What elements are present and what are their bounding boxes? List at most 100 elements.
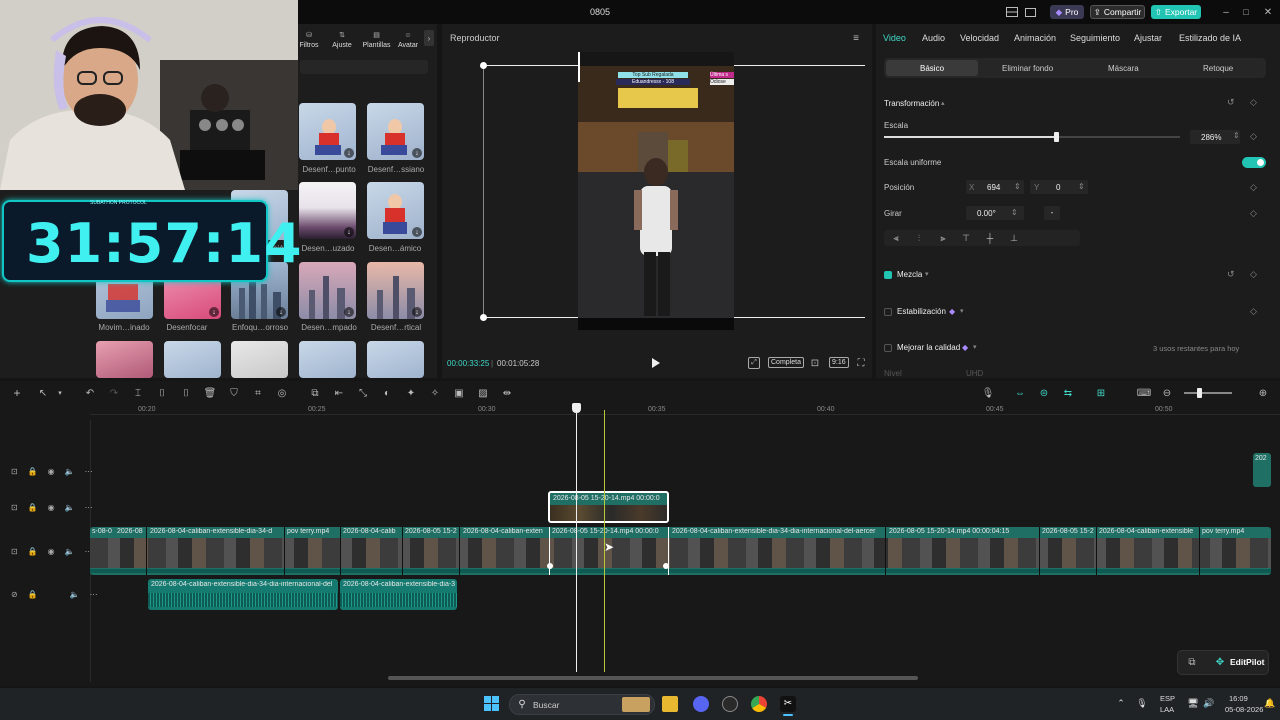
fullscreen-icon[interactable]: ⛶	[855, 357, 867, 369]
nav-adjust[interactable]: ⇅ Ajuste	[327, 28, 357, 49]
mirror-icon[interactable]: ⤡	[356, 386, 370, 400]
speaker-icon[interactable]: 🔈	[65, 547, 75, 556]
lock-icon[interactable]: 🔒	[28, 503, 38, 512]
effect-thumb[interactable]	[299, 341, 356, 378]
effect-thumb[interactable]	[231, 341, 288, 378]
chrome-icon[interactable]	[751, 696, 767, 712]
layout-icon[interactable]	[1005, 6, 1019, 18]
nav-more-icon[interactable]: ›	[424, 30, 434, 46]
focus-icon[interactable]: ⊡	[809, 357, 821, 369]
microphone-icon[interactable]: 🎙	[1136, 697, 1148, 709]
video-preview[interactable]: Top Sub Regalada Eduandressx - 108 Últim…	[578, 52, 734, 330]
split-left-icon[interactable]: ⌷	[155, 386, 169, 400]
effect-thumb[interactable]	[367, 341, 424, 378]
track-select-icon[interactable]: ⊡	[11, 467, 18, 476]
aspect-ratio-button[interactable]: 9:16	[829, 357, 849, 368]
keyframe-handle[interactable]	[663, 563, 669, 569]
align-right-icon[interactable]: ⫸	[937, 232, 949, 244]
align-bottom-icon[interactable]: ⊥	[1008, 232, 1020, 244]
stabilize-checkbox[interactable]	[884, 308, 892, 316]
align-top-icon[interactable]: ⊤	[960, 232, 972, 244]
menu-icon[interactable]: ≡	[850, 32, 862, 44]
chevron-down-icon[interactable]: ▾	[925, 270, 929, 278]
windows-start-icon[interactable]	[484, 696, 500, 712]
ai-icon[interactable]: ✦	[404, 386, 418, 400]
freeze-icon[interactable]: ⧉	[308, 386, 322, 400]
tab-video[interactable]: Video	[883, 33, 906, 43]
subtab-remove-bg[interactable]: Eliminar fondo	[1002, 64, 1053, 73]
marker-icon[interactable]: ⛉	[227, 386, 241, 400]
lock-icon[interactable]: 🔒	[28, 547, 38, 556]
volume-icon[interactable]: 🔊	[1203, 697, 1215, 709]
align-center-icon[interactable]: ⫶	[913, 232, 925, 244]
flip-button[interactable]: -	[1044, 206, 1060, 220]
blend-checkbox[interactable]	[884, 271, 892, 279]
audio-clip[interactable]: 2026-08-04-caliban-extensible-dia-3	[340, 579, 457, 610]
quality-checkbox[interactable]	[884, 344, 892, 352]
minimize-icon[interactable]: –	[1221, 5, 1231, 19]
zoom-out-icon[interactable]: ⊖	[1160, 386, 1174, 400]
subtab-basic[interactable]: Básico	[920, 64, 944, 73]
add-icon[interactable]: +	[10, 386, 24, 400]
search-bar[interactable]	[300, 60, 428, 74]
chevron-down-icon[interactable]: ▾	[960, 307, 964, 315]
track-controls[interactable]: ⊘ 🔒 🔈 ⋯	[11, 590, 98, 599]
time-ruler[interactable]	[90, 403, 1280, 415]
quality-label[interactable]: Mejorar la calidad	[897, 343, 960, 352]
align-middle-icon[interactable]: ┼	[984, 232, 996, 244]
snap-icon[interactable]: ⇆	[1061, 386, 1075, 400]
color-icon[interactable]: ◐	[380, 386, 394, 400]
scale-slider-handle[interactable]	[1054, 132, 1060, 142]
share-button[interactable]: ⇪ Compartir	[1090, 5, 1145, 19]
track-controls[interactable]: ⊡ 🔒 ◉ 🔈 ⋯	[11, 467, 93, 476]
crop-icon[interactable]: ⌗	[251, 386, 265, 400]
stepper-icon[interactable]: ⇕	[1078, 182, 1085, 191]
blend-label[interactable]: Mezcla	[897, 270, 922, 279]
reverse-icon[interactable]: ⇤	[332, 386, 346, 400]
transform-heading[interactable]: Transformación	[884, 99, 939, 108]
select-cursor-icon[interactable]: ↖	[36, 386, 50, 400]
collapse-icon[interactable]: ▴	[941, 99, 945, 107]
chevron-down-icon[interactable]: ▾	[53, 386, 67, 400]
chevron-down-icon[interactable]: ▾	[973, 343, 977, 351]
zoom-slider-handle[interactable]	[1197, 388, 1202, 398]
stepper-icon[interactable]: ⇕	[1014, 182, 1021, 191]
keyframe-icon[interactable]: ◇	[1250, 182, 1257, 193]
chat-icon[interactable]: ⧉	[1185, 655, 1199, 669]
uniform-scale-toggle[interactable]	[1242, 157, 1266, 168]
discord-icon[interactable]	[693, 696, 709, 712]
preview-axis-icon[interactable]: ⊞	[1094, 386, 1108, 400]
magic-icon[interactable]: ✧	[428, 386, 442, 400]
keyframe-icon[interactable]: ◇	[1250, 269, 1257, 280]
crop-icon[interactable]: ⤢	[748, 357, 760, 369]
level-value[interactable]: UHD	[966, 369, 983, 378]
stretch-icon[interactable]: ⇹	[500, 386, 514, 400]
tab-tracking[interactable]: Seguimiento	[1070, 33, 1120, 43]
effect-thumb[interactable]: ↓	[367, 103, 424, 160]
eye-icon[interactable]: ◉	[48, 547, 55, 556]
keyframe-handle[interactable]	[547, 563, 553, 569]
track-controls[interactable]: ⊡ 🔒 ◉ 🔈 ⋯	[11, 547, 93, 556]
eye-icon[interactable]: ◉	[48, 503, 55, 512]
tab-animation[interactable]: Animación	[1014, 33, 1056, 43]
delete-icon[interactable]: 🗑	[203, 386, 217, 400]
speaker-icon[interactable]: 🔈	[65, 503, 75, 512]
maximize-icon[interactable]: □	[1241, 5, 1251, 19]
track-select-icon[interactable]: ⊡	[11, 503, 18, 512]
file-explorer-icon[interactable]	[662, 696, 678, 712]
audio-track-icon[interactable]: ⊘	[11, 590, 18, 599]
subtab-mask[interactable]: Máscara	[1108, 64, 1139, 73]
keyframe-icon[interactable]: ◇	[1250, 131, 1257, 142]
timeline-scrollbar[interactable]	[388, 676, 918, 680]
resize-handle[interactable]	[480, 62, 487, 69]
keyframe-icon[interactable]: ◇	[1250, 97, 1257, 108]
caption-icon[interactable]: ▣	[452, 386, 466, 400]
tab-adjust[interactable]: Ajustar	[1134, 33, 1162, 43]
more-icon[interactable]: ⋯	[90, 590, 98, 599]
captions-icon[interactable]: ⌨	[1137, 386, 1151, 400]
eye-icon[interactable]: ◉	[48, 467, 55, 476]
effect-thumb[interactable]: ↓	[367, 182, 424, 239]
lock-icon[interactable]: 🔒	[28, 590, 38, 599]
zoom-slider[interactable]	[1184, 392, 1232, 394]
split-icon[interactable]: ⌶	[131, 386, 145, 400]
